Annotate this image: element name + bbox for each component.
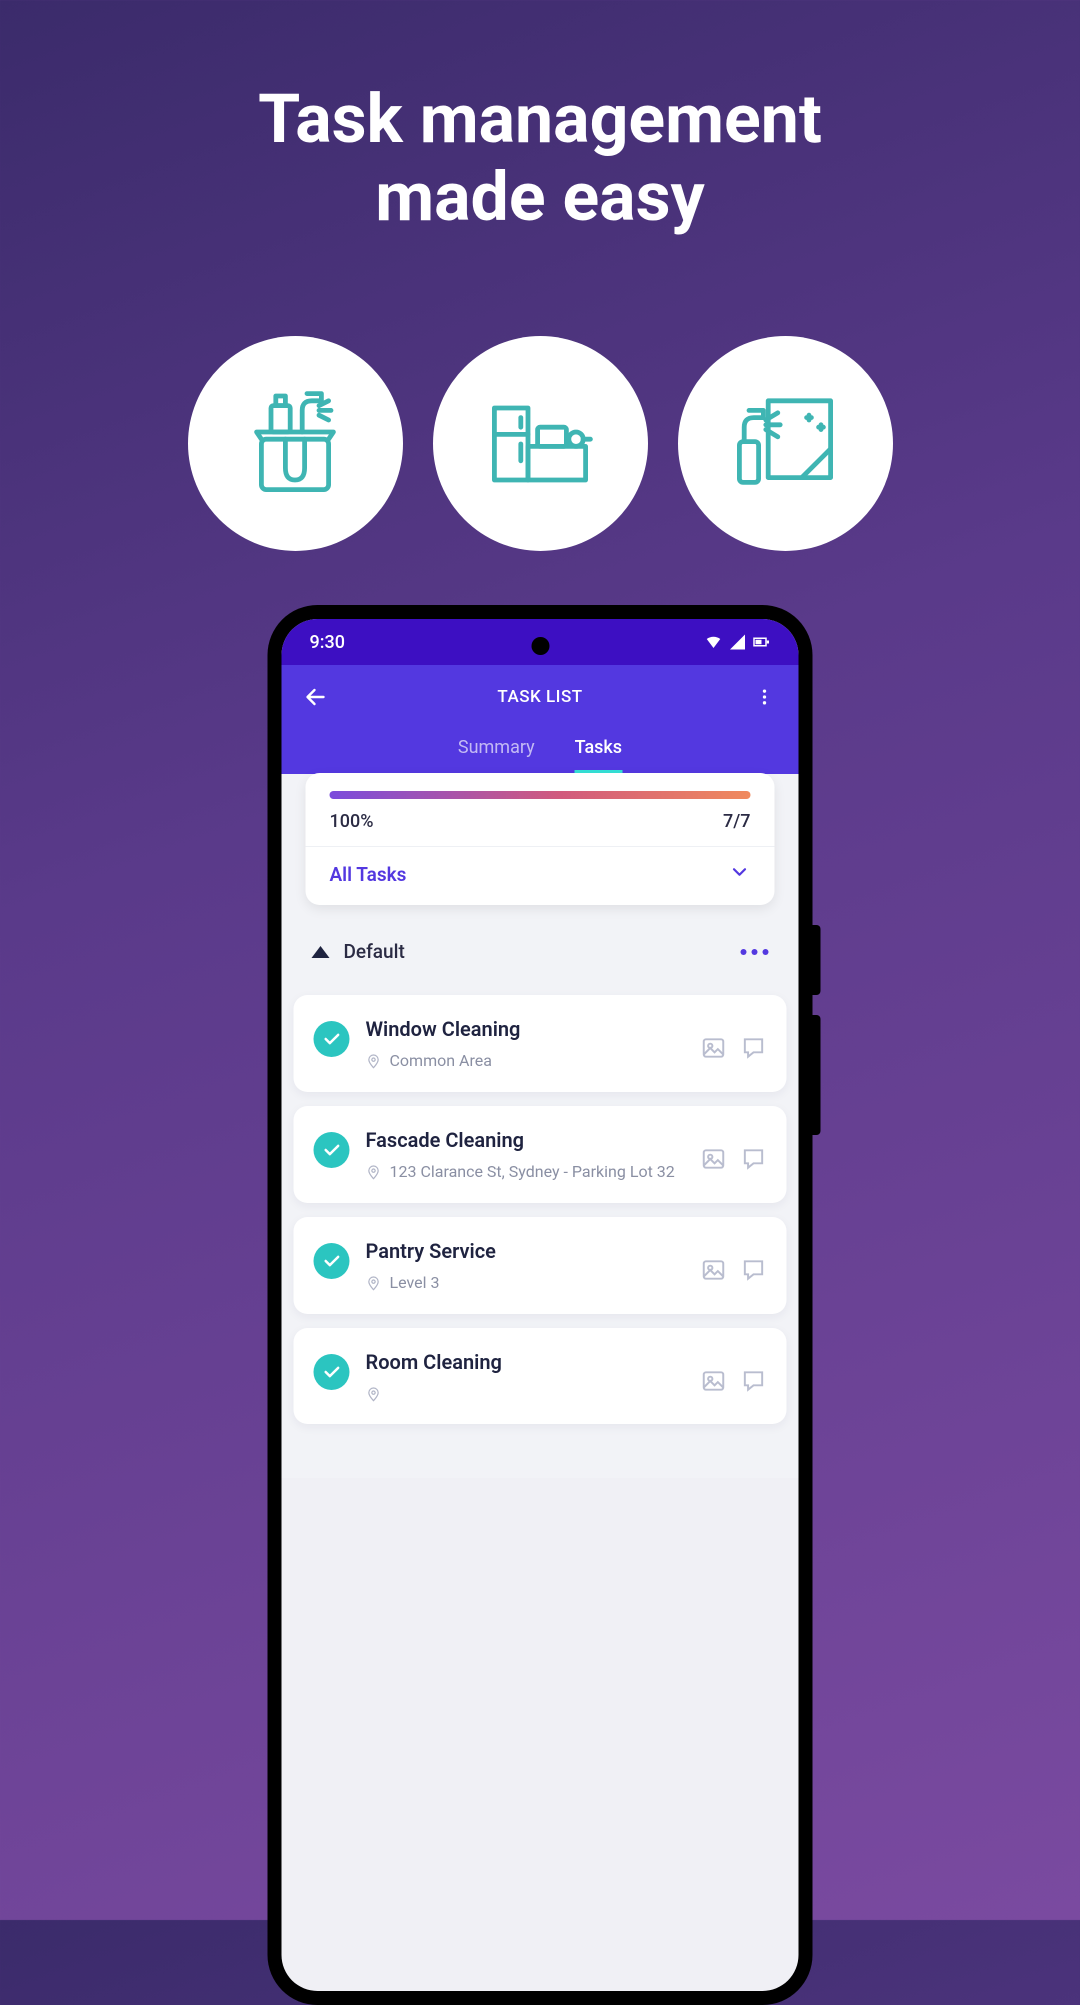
task-location-text: Common Area bbox=[390, 1051, 492, 1070]
collapse-up-icon bbox=[312, 946, 330, 958]
section-header: Default bbox=[294, 906, 787, 981]
comment-button[interactable] bbox=[741, 1035, 767, 1061]
task-card[interactable]: Window Cleaning Common Area bbox=[294, 995, 787, 1092]
page-title: TASK LIST bbox=[330, 687, 751, 707]
status-icons bbox=[705, 633, 771, 651]
attach-image-button[interactable] bbox=[701, 1146, 727, 1172]
attach-image-button[interactable] bbox=[701, 1368, 727, 1394]
status-time: 9:30 bbox=[310, 632, 345, 653]
signal-icon bbox=[729, 633, 747, 651]
location-pin-icon bbox=[366, 1053, 382, 1069]
section-more-button[interactable] bbox=[741, 949, 769, 955]
app-header: TASK LIST Summary Tasks bbox=[282, 665, 799, 774]
task-check-icon bbox=[314, 1132, 350, 1168]
phone-side-button bbox=[813, 1015, 821, 1135]
task-location: Common Area bbox=[366, 1051, 685, 1070]
comment-button[interactable] bbox=[741, 1146, 767, 1172]
comment-button[interactable] bbox=[741, 1257, 767, 1283]
task-check-icon bbox=[314, 1021, 350, 1057]
task-location-text: 123 Clarance St, Sydney - Parking Lot 32 bbox=[390, 1162, 675, 1181]
promo-title: Task management made easy bbox=[0, 0, 1080, 236]
comment-button[interactable] bbox=[741, 1368, 767, 1394]
content: 100% 7/7 All Tasks Default bbox=[282, 774, 799, 1478]
arrow-left-icon bbox=[304, 685, 328, 709]
kitchen-icon bbox=[433, 336, 648, 551]
task-actions bbox=[701, 1146, 767, 1172]
phone-screen: 9:30 TASK LIST Summary Tasks bbox=[282, 619, 799, 1991]
progress-card: 100% 7/7 All Tasks bbox=[306, 773, 775, 905]
tab-tasks[interactable]: Tasks bbox=[575, 737, 622, 774]
filter-dropdown[interactable]: All Tasks bbox=[306, 846, 775, 905]
task-location bbox=[366, 1384, 685, 1402]
task-location-text: Level 3 bbox=[390, 1273, 440, 1292]
phone-camera bbox=[531, 637, 549, 655]
task-card[interactable]: Fascade Cleaning 123 Clarance St, Sydney… bbox=[294, 1106, 787, 1203]
task-title: Pantry Service bbox=[366, 1239, 685, 1263]
tab-summary[interactable]: Summary bbox=[458, 737, 535, 774]
attach-image-button[interactable] bbox=[701, 1257, 727, 1283]
wifi-icon bbox=[705, 633, 723, 651]
task-location: 123 Clarance St, Sydney - Parking Lot 32 bbox=[366, 1162, 685, 1181]
task-check-icon bbox=[314, 1243, 350, 1279]
progress-bar bbox=[330, 791, 751, 799]
section-title: Default bbox=[344, 940, 405, 963]
phone-side-button bbox=[813, 925, 821, 995]
task-check-icon bbox=[314, 1354, 350, 1390]
phone-frame: 9:30 TASK LIST Summary Tasks bbox=[268, 605, 813, 2005]
task-title: Window Cleaning bbox=[366, 1017, 685, 1041]
task-actions bbox=[701, 1257, 767, 1283]
location-pin-icon bbox=[366, 1275, 382, 1291]
attach-image-button[interactable] bbox=[701, 1035, 727, 1061]
section-toggle[interactable]: Default bbox=[312, 940, 405, 963]
task-card[interactable]: Pantry Service Level 3 bbox=[294, 1217, 787, 1314]
cleaning-supplies-icon bbox=[188, 336, 403, 551]
promo-title-line1: Task management bbox=[258, 79, 822, 159]
promo-title-line2: made easy bbox=[375, 157, 704, 237]
window-spray-icon bbox=[678, 336, 893, 551]
tabs: Summary Tasks bbox=[282, 721, 799, 774]
task-actions bbox=[701, 1035, 767, 1061]
back-button[interactable] bbox=[302, 683, 330, 711]
chevron-down-icon bbox=[729, 861, 751, 887]
battery-icon bbox=[753, 633, 771, 651]
filter-label: All Tasks bbox=[330, 863, 407, 886]
task-card[interactable]: Room Cleaning bbox=[294, 1328, 787, 1424]
location-pin-icon bbox=[366, 1164, 382, 1180]
task-list: Window Cleaning Common Area Fascade Clea… bbox=[294, 995, 787, 1424]
task-actions bbox=[701, 1368, 767, 1394]
progress-count: 7/7 bbox=[723, 811, 750, 832]
location-pin-icon bbox=[366, 1386, 382, 1402]
more-vert-icon bbox=[755, 687, 775, 707]
task-title: Room Cleaning bbox=[366, 1350, 685, 1374]
task-title: Fascade Cleaning bbox=[366, 1128, 685, 1152]
promo-icon-row bbox=[0, 336, 1080, 551]
overflow-menu-button[interactable] bbox=[751, 683, 779, 711]
task-location: Level 3 bbox=[366, 1273, 685, 1292]
progress-percent: 100% bbox=[330, 811, 374, 832]
